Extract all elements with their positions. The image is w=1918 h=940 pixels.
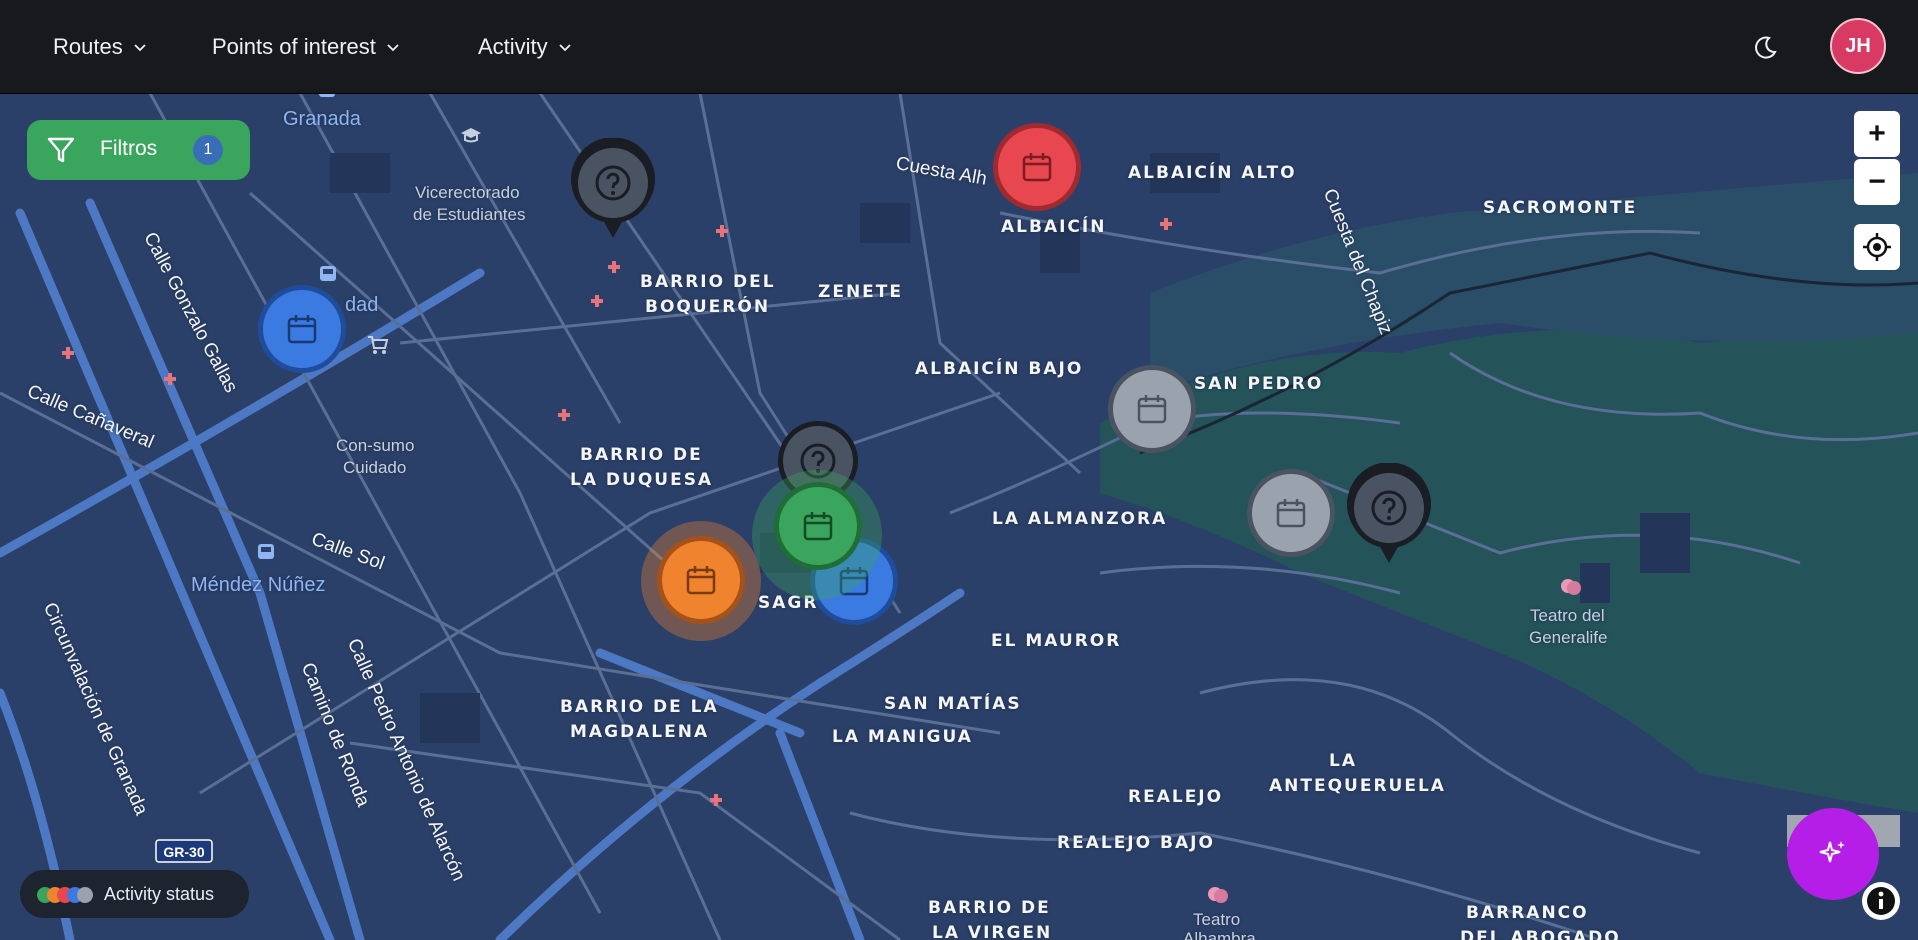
shopping-cart-icon <box>368 336 389 354</box>
map-marker-scheduled[interactable] <box>258 285 346 373</box>
train-icon <box>258 544 274 559</box>
map-marker-pending[interactable] <box>657 536 745 624</box>
map-view[interactable]: BARRIO DEL BOQUERÓN ZENETE ALBAICÍN ALBA… <box>0 93 1918 940</box>
train-icon <box>320 266 336 281</box>
zoom-out-button[interactable]: − <box>1854 159 1900 205</box>
place-label: dad <box>345 294 379 316</box>
district-label: SACROMONTE <box>1483 198 1638 218</box>
district-label: ZENETE <box>818 282 903 302</box>
zoom-in-button[interactable]: + <box>1854 111 1900 157</box>
poi-label: Teatro <box>1193 910 1241 929</box>
map-marker-active[interactable] <box>774 482 862 570</box>
district-label: ALBAICÍN BAJO <box>915 359 1084 379</box>
locate-button[interactable] <box>1854 224 1900 270</box>
nav-activity-label: Activity <box>478 33 548 59</box>
avatar[interactable]: JH <box>1830 18 1886 74</box>
poi-label: Vicerectorado <box>415 183 520 202</box>
activity-status-legend[interactable]: Activity status <box>20 870 249 918</box>
poi-label: Con-sumo <box>336 436 415 455</box>
poi-label: Cuidado <box>343 458 407 477</box>
poi-label: de Estudiantes <box>413 205 526 224</box>
status-color-dots <box>37 887 93 903</box>
poi-label: Generalife <box>1529 628 1608 647</box>
info-button[interactable] <box>1862 882 1900 920</box>
nav-points-of-interest[interactable]: Points of interest <box>212 0 400 93</box>
filter-icon <box>47 137 75 163</box>
district-label: BARRIO DEL <box>640 272 776 292</box>
place-label: Granada <box>283 108 361 130</box>
graduation-cap-icon <box>461 128 481 143</box>
district-label: REALEJO BAJO <box>1057 833 1215 853</box>
district-label: LA DUQUESA <box>570 470 714 490</box>
filters-count-badge: 1 <box>193 135 223 165</box>
chevron-down-icon <box>387 43 399 51</box>
crosshair-icon <box>1863 233 1891 261</box>
district-label: BARRIO DE <box>580 445 703 465</box>
map-base-layer <box>0 93 1918 940</box>
district-label: BOQUERÓN <box>645 297 771 317</box>
chevron-down-icon <box>559 43 571 51</box>
district-label: LA <box>1329 751 1357 771</box>
nav-routes[interactable]: Routes <box>53 0 147 93</box>
sparkles-icon <box>1819 841 1845 863</box>
district-label: BARRIO DE LA <box>560 697 719 717</box>
district-label: LA VIRGEN <box>932 923 1053 940</box>
place-label: Méndez Núñez <box>191 574 326 596</box>
calendar-icon <box>1137 395 1167 424</box>
nav-poi-label: Points of interest <box>212 33 376 59</box>
activity-status-label: Activity status <box>104 884 215 904</box>
nav-routes-label: Routes <box>53 33 123 59</box>
district-label: BARRANCO <box>1466 903 1589 923</box>
district-label: DEL ABOGADO <box>1460 928 1621 940</box>
theater-icon <box>1208 887 1228 903</box>
info-icon <box>1867 887 1895 915</box>
chevron-down-icon <box>134 43 146 51</box>
district-label: SAN PEDRO <box>1194 374 1324 394</box>
district-label: EL MAUROR <box>991 631 1122 651</box>
poi-label: Alhambra <box>1183 929 1256 940</box>
filters-label: Filtros <box>100 137 158 160</box>
district-label: ALBAICÍN <box>1001 217 1107 237</box>
nav-activity[interactable]: Activity <box>478 0 572 93</box>
district-label: SAN MATÍAS <box>884 694 1022 714</box>
district-label: LA ALMANZORA <box>992 509 1168 529</box>
calendar-icon <box>1022 153 1052 182</box>
poi-label: Teatro del <box>1530 606 1605 625</box>
road-badge-label: GR-30 <box>163 844 205 860</box>
map-marker-inactive[interactable] <box>1247 469 1335 557</box>
map-marker-unknown[interactable] <box>1344 463 1434 571</box>
moon-icon[interactable] <box>1750 32 1780 62</box>
filters-button[interactable]: Filtros 1 <box>27 120 250 180</box>
top-navigation-bar: Routes Points of interest Activity JH <box>0 0 1918 94</box>
map-marker-inactive[interactable] <box>1108 365 1196 453</box>
map-marker-unknown[interactable] <box>568 138 658 246</box>
calendar-icon <box>803 512 833 541</box>
district-label: LA MANIGUA <box>832 727 973 747</box>
district-label: ALBAICÍN ALTO <box>1128 163 1297 183</box>
map-marker-cancelled[interactable] <box>993 123 1081 211</box>
district-label: MAGDALENA <box>570 722 710 742</box>
district-label: REALEJO <box>1128 787 1224 807</box>
calendar-icon <box>1276 499 1306 528</box>
theater-icon <box>1561 579 1581 595</box>
calendar-icon <box>686 566 716 595</box>
district-label: ANTEQUERUELA <box>1269 776 1446 796</box>
train-icon <box>319 93 335 97</box>
district-label: BARRIO DE <box>928 898 1051 918</box>
calendar-icon <box>287 315 317 344</box>
